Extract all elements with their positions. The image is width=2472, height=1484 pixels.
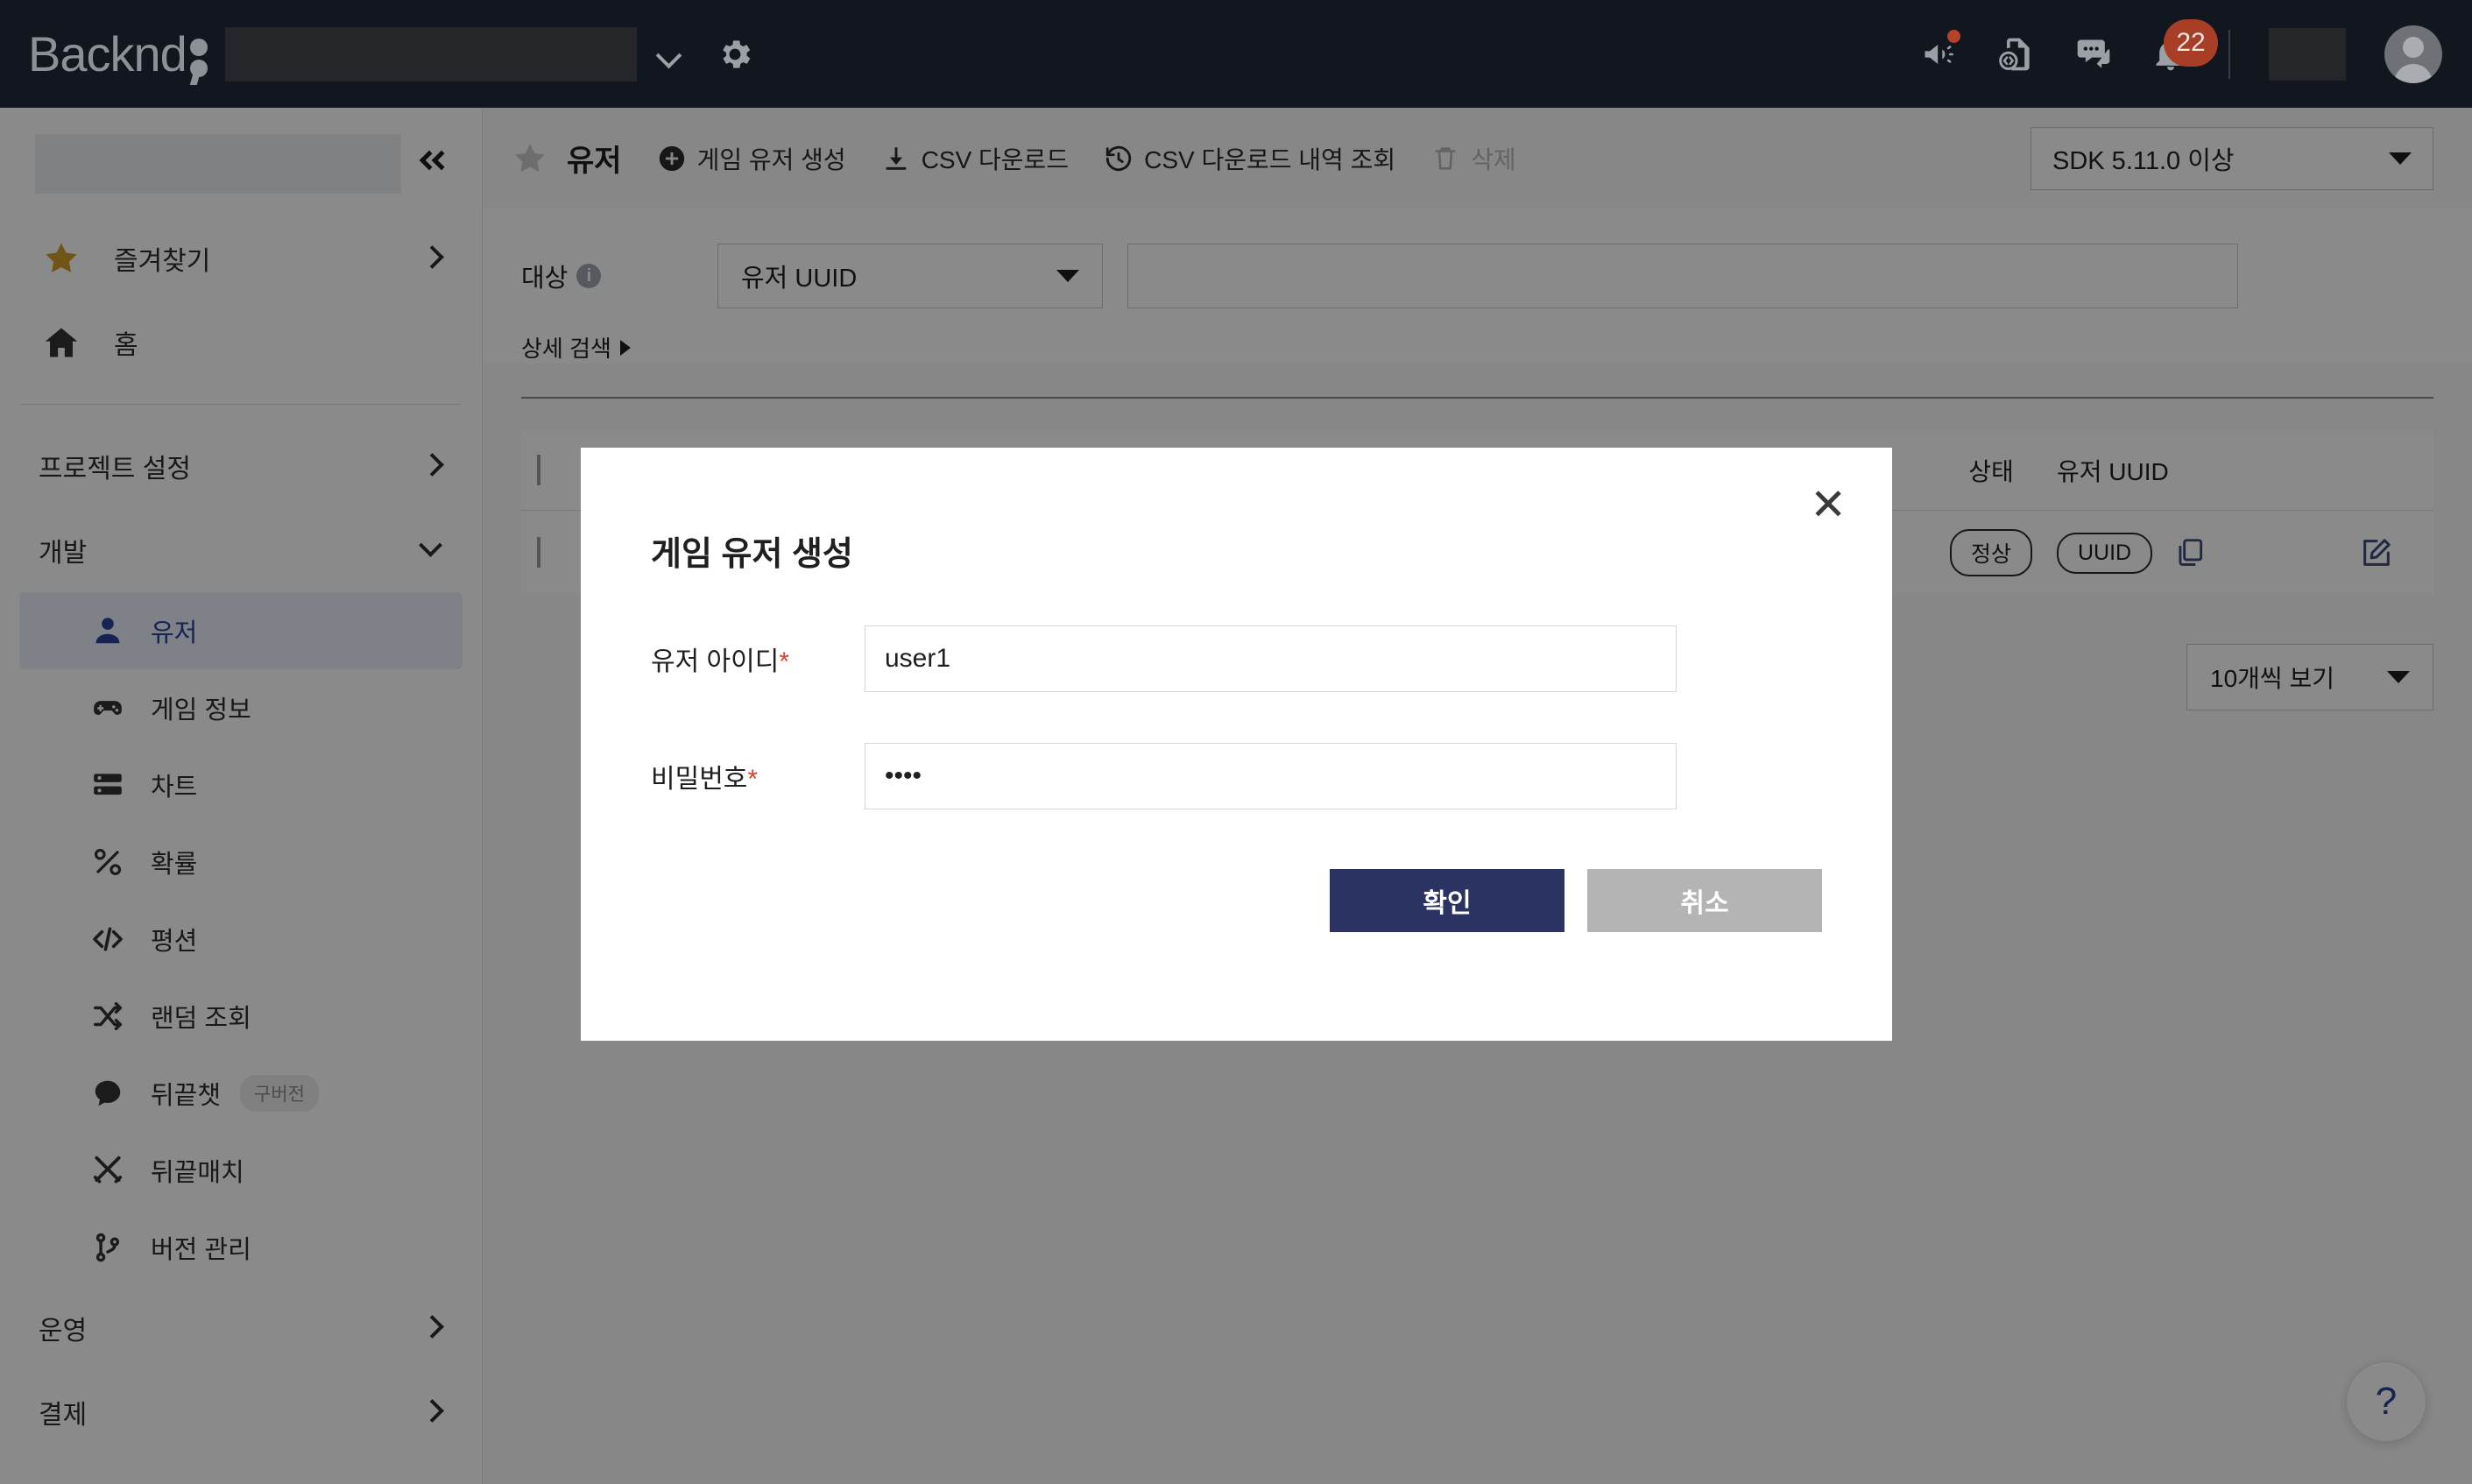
top-bar: Backnd 22 xyxy=(0,0,2472,108)
api-doc-icon[interactable] xyxy=(1997,35,2036,74)
required-asterisk: * xyxy=(747,765,759,794)
chevron-down-icon[interactable] xyxy=(656,41,682,67)
cancel-button[interactable]: 취소 xyxy=(1587,869,1822,932)
user-id-field-row: 유저 아이디* xyxy=(581,625,1892,692)
notification-dot xyxy=(1947,29,1960,43)
megaphone-icon[interactable] xyxy=(1920,29,1960,74)
workspace-box[interactable] xyxy=(2269,27,2346,81)
password-label: 비밀번호* xyxy=(651,757,865,795)
gear-icon[interactable] xyxy=(716,35,754,74)
project-select[interactable] xyxy=(224,26,637,81)
bell-icon[interactable]: 22 xyxy=(2151,18,2218,74)
confirm-button[interactable]: 확인 xyxy=(1330,869,1564,932)
modal-actions: 확인 취소 xyxy=(581,809,1892,932)
user-id-label-text: 유저 아이디 xyxy=(651,647,780,676)
password-input[interactable] xyxy=(865,743,1677,809)
user-id-input[interactable] xyxy=(865,625,1677,692)
close-icon[interactable]: ✕ xyxy=(1810,483,1847,526)
notification-count-badge: 22 xyxy=(2164,18,2218,67)
password-field-row: 비밀번호* xyxy=(581,743,1892,809)
modal-title: 게임 유저 생성 xyxy=(651,536,853,573)
user-id-label: 유저 아이디* xyxy=(651,640,865,678)
topbar-right-actions: 22 xyxy=(1920,18,2472,83)
divider xyxy=(2228,29,2230,79)
chat-bubble-icon[interactable] xyxy=(2074,35,2113,74)
required-asterisk: * xyxy=(779,647,790,676)
brand-dots-icon xyxy=(189,30,209,79)
create-game-user-modal: ✕ 게임 유저 생성 유저 아이디* 비밀번호* 확인 취소 xyxy=(581,448,1892,1041)
password-label-text: 비밀번호 xyxy=(651,765,748,794)
avatar[interactable] xyxy=(2384,25,2442,83)
brand-logo[interactable]: Backnd xyxy=(28,25,209,82)
brand-text: Backnd xyxy=(28,26,187,81)
